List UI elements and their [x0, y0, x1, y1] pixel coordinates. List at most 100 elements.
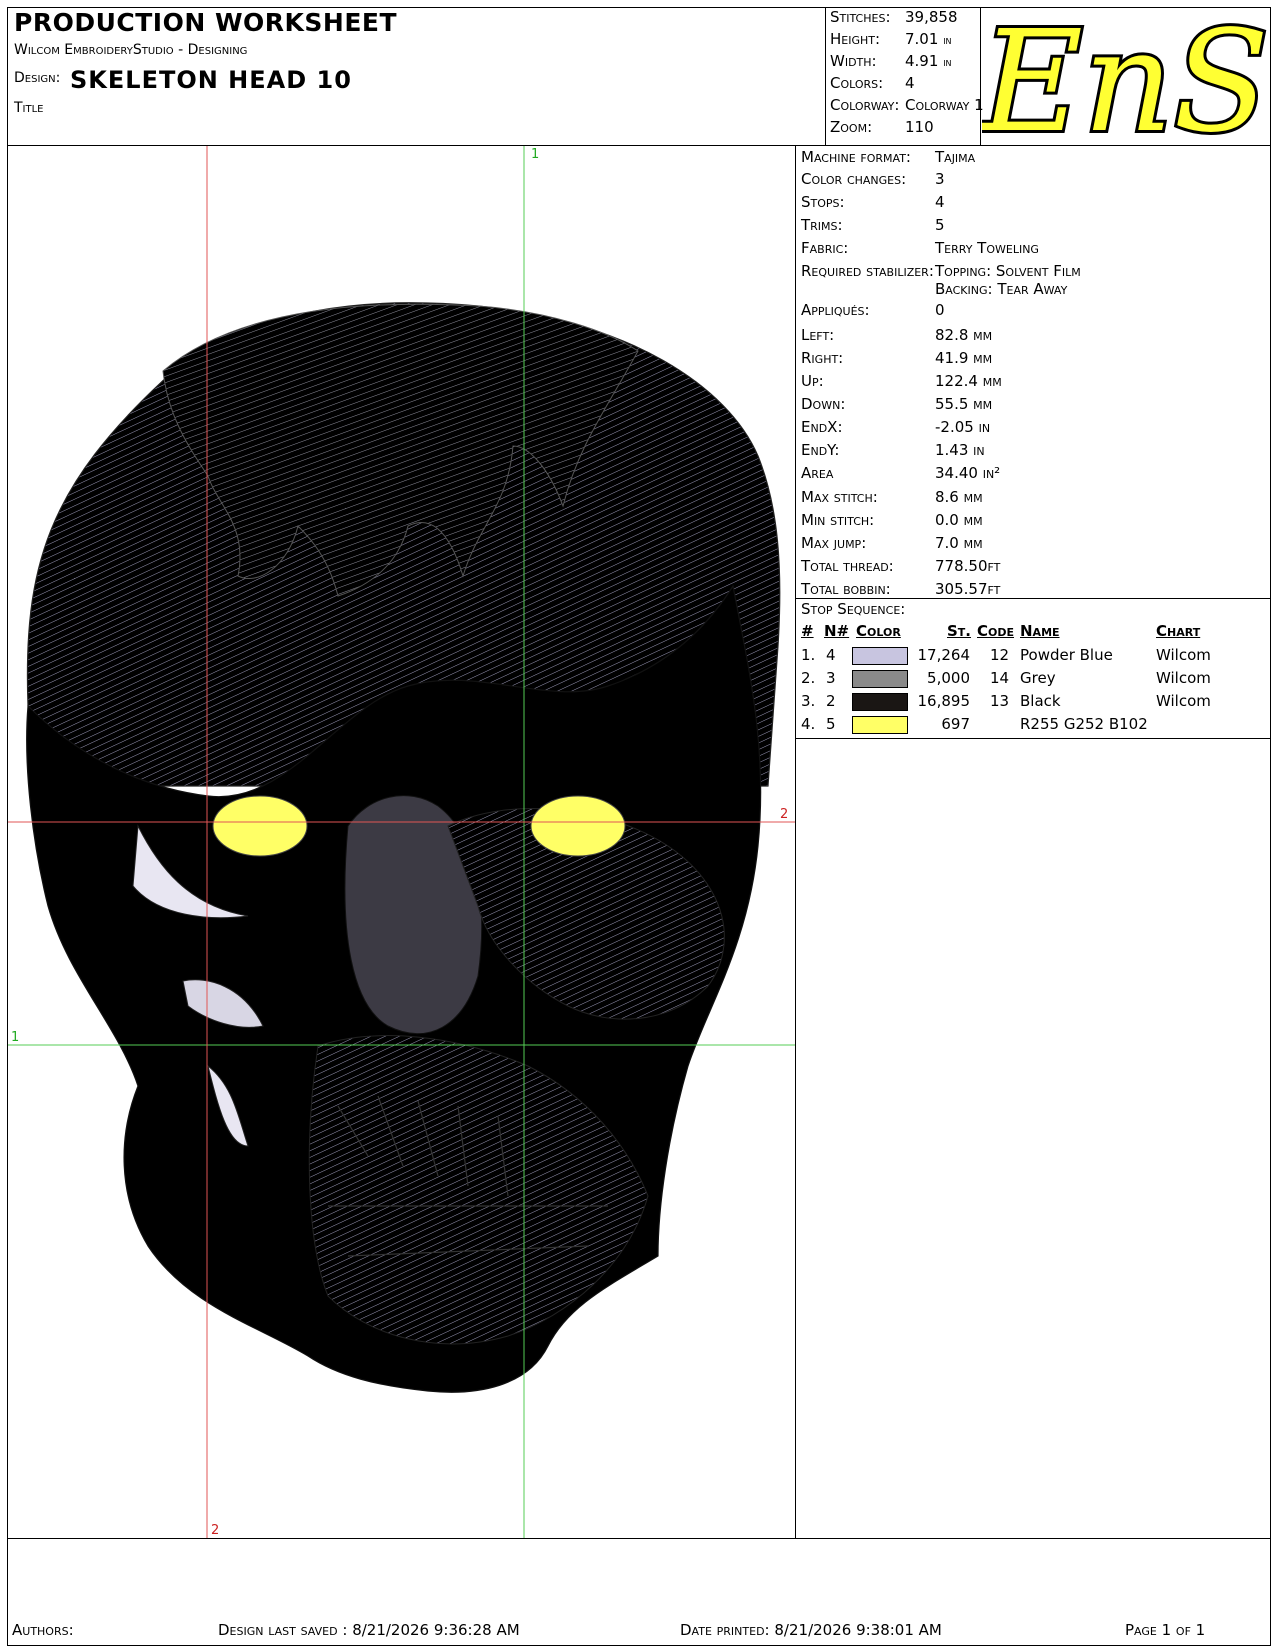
footer-divider [7, 1538, 1271, 1539]
info-value: 305.57ft [935, 580, 1001, 598]
seq-chart: Wilcom [1156, 692, 1211, 710]
seq-stitches: 5,000 [927, 669, 970, 687]
info-label: EndX: [801, 418, 843, 436]
info-row: Max stitch: 8.6 mm [801, 488, 983, 506]
stat-stitches: Stitches: 39,858 [830, 8, 958, 26]
col-needle: N# [824, 622, 850, 640]
info-label: Max stitch: [801, 488, 878, 506]
info-value: 8.6 mm [935, 488, 983, 506]
seq-name: Black [1020, 692, 1061, 710]
stat-colors: Colors: 4 [830, 74, 915, 92]
stat-colorway: Colorway: Colorway 1 [830, 96, 984, 114]
design-canvas[interactable]: 1 1 2 2 [8, 146, 795, 1538]
info-value: 82.8 mm [935, 326, 993, 344]
info-row: Total thread: 778.50ft [801, 557, 1000, 575]
software-name: Wilcom EmbroideryStudio - Designing [14, 42, 248, 58]
info-label: Stops: [801, 193, 845, 211]
seq-stitches: 16,895 [917, 692, 971, 710]
info-label: Machine format: [801, 148, 911, 166]
info-label: EndY: [801, 441, 840, 459]
info-value: 5 [935, 216, 945, 234]
info-label: Trims: [801, 216, 843, 234]
right-eye-glow [530, 795, 626, 857]
seq-num: 4. [801, 715, 816, 733]
info-value: 34.40 in² [935, 464, 1001, 482]
info-row: Required stabilizer: Topping: Solvent Fil… [801, 262, 1081, 298]
info-label: Total bobbin: [801, 580, 891, 598]
seq-name: Grey [1020, 669, 1056, 687]
stat-zoom: Zoom: 110 [830, 118, 934, 136]
info-label: Required stabilizer: [801, 262, 934, 280]
info-value: Tajima [935, 148, 976, 166]
header-logo-divider [980, 7, 981, 145]
col-name: Name [1020, 622, 1060, 640]
info-row: Left: 82.8 mm [801, 326, 992, 344]
footer-authors: Authors: [12, 1621, 74, 1639]
info-row: Total bobbin: 305.57ft [801, 580, 1000, 598]
info-value: 41.9 mm [935, 349, 993, 367]
footer-page: Page 1 of 1 [1125, 1621, 1206, 1639]
seq-needle: 4 [826, 646, 836, 664]
info-label: Max jump: [801, 534, 867, 552]
seq-num: 2. [801, 669, 816, 687]
info-row: Appliqués: 0 [801, 301, 945, 319]
header-stats-divider [825, 7, 826, 145]
info-value: Topping: Solvent Film [935, 262, 1081, 280]
guide-label-top: 1 [531, 147, 539, 162]
stat-width: Width: 4.91 in [830, 52, 952, 70]
info-label: Min stitch: [801, 511, 875, 529]
info-label: Right: [801, 349, 844, 367]
info-value: Terry Toweling [935, 239, 1039, 257]
stop-sequence: Stop Sequence: # N# Color St. Code Name … [800, 600, 1270, 738]
seq-stitches: 17,264 [917, 646, 971, 664]
header-stats: Stitches: 39,858 Height: 7.01 in Width: 4.9… [830, 8, 984, 143]
info-value: 4 [935, 193, 945, 211]
info-row: Down: 55.5 mm [801, 395, 992, 413]
seq-code: 13 [990, 692, 1010, 710]
footer-saved: Design last saved : 8/21/2026 9:36:28 AM [218, 1621, 520, 1639]
info-value: 7.0 mm [935, 534, 983, 552]
seq-name: Powder Blue [1020, 646, 1113, 664]
info-row: Fabric: Terry Toweling [801, 239, 1039, 257]
seq-needle: 2 [826, 692, 836, 710]
info-row: Stops: 4 [801, 193, 945, 211]
info-row: Area 34.40 in² [801, 464, 1000, 482]
info-value-secondary: Backing: Tear Away [935, 280, 1068, 298]
col-stitches: St. [947, 622, 972, 640]
info-row: Machine format: Tajima [801, 148, 975, 166]
info-label: Down: [801, 395, 846, 413]
design-preview: 1 1 2 2 [8, 146, 795, 1538]
footer-printed: Date printed: 8/21/2026 9:38:01 AM [680, 1621, 942, 1639]
seq-name: R255 G252 B102 [1020, 715, 1148, 733]
info-label: Left: [801, 326, 835, 344]
seq-needle: 5 [826, 715, 836, 733]
design-label: Design: [14, 70, 61, 86]
worksheet-title: PRODUCTION WORKSHEET [14, 8, 398, 37]
brand-logo: EnS [975, 0, 1272, 167]
info-value: -2.05 in [935, 418, 991, 436]
info-label: Area [801, 464, 834, 482]
logo-text: EnS [982, 8, 1269, 144]
design-name: SKELETON HEAD 10 [70, 66, 352, 94]
seq-num: 3. [801, 692, 816, 710]
seq-num: 1. [801, 646, 816, 664]
seq-stitches: 697 [941, 715, 970, 733]
info-row: Min stitch: 0.0 mm [801, 511, 983, 529]
info-row: Up: 122.4 mm [801, 372, 1002, 390]
info-value: 0.0 mm [935, 511, 983, 529]
info-label: Total thread: [801, 557, 894, 575]
guide-label-right: 2 [780, 807, 788, 822]
guide-label-bottom: 2 [211, 1523, 219, 1538]
info-label: Appliqués: [801, 301, 870, 319]
seq-chart: Wilcom [1156, 646, 1211, 664]
info-label: Color changes: [801, 170, 907, 188]
info-row: Max jump: 7.0 mm [801, 534, 983, 552]
sequence-bottom-divider [795, 738, 1271, 739]
info-value: 0 [935, 301, 945, 319]
color-swatch [852, 693, 908, 711]
color-swatch [852, 716, 908, 734]
stat-height: Height: 7.01 in [830, 30, 952, 48]
col-num: # [801, 622, 814, 640]
info-row: Right: 41.9 mm [801, 349, 992, 367]
color-swatch [852, 670, 908, 688]
